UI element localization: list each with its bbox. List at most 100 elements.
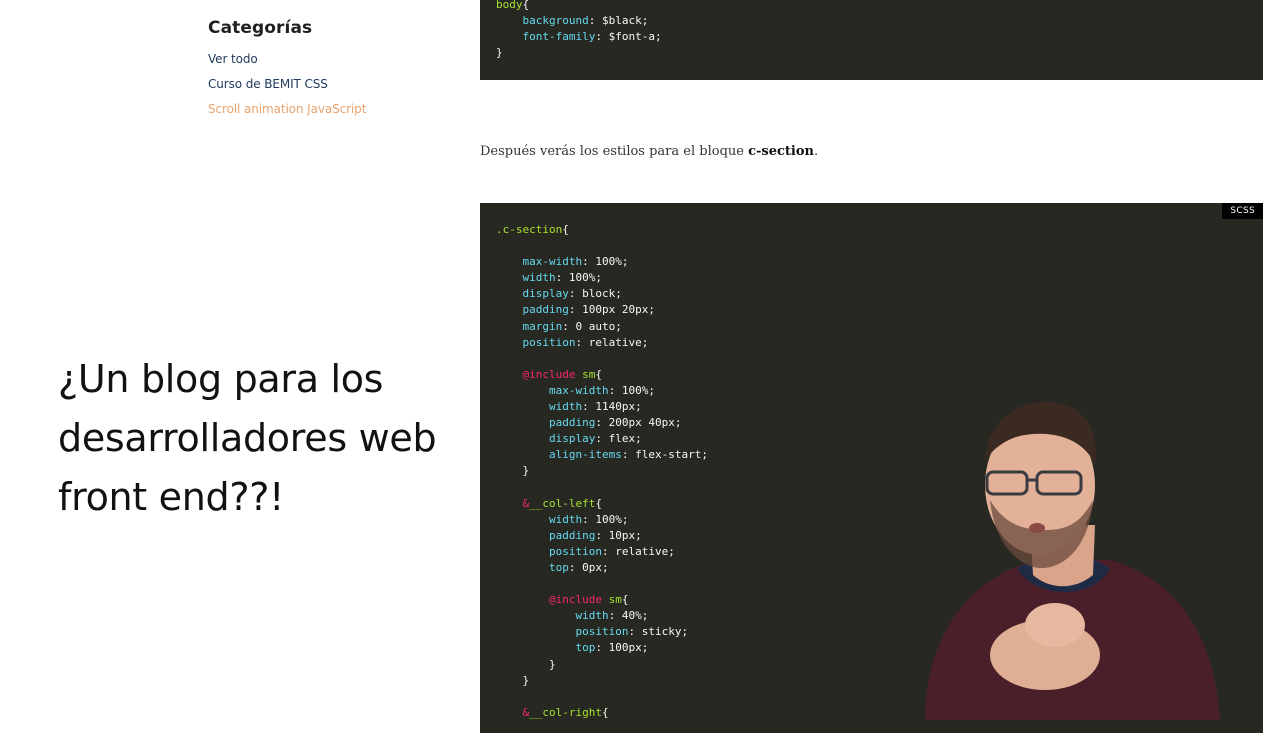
code-token-val: : 100px; — [595, 641, 649, 655]
code-token-val: { — [595, 367, 602, 381]
code-token-val: : 100%; — [608, 383, 655, 397]
code-token-val: : 40%; — [608, 609, 649, 623]
code-token-val — [496, 625, 575, 638]
code-token-val: : 100%; — [555, 271, 602, 285]
code-token-val: : $font-a; — [595, 30, 662, 44]
code-token-prop: margin — [522, 319, 563, 333]
code-token-prop: padding — [548, 528, 596, 542]
language-badge: SCSS — [1222, 203, 1263, 219]
code-token-val: { — [562, 223, 569, 236]
code-token-prop: display — [548, 432, 596, 446]
code-token-val: { — [595, 496, 602, 510]
paragraph-end: . — [813, 144, 819, 159]
code-token-val: : 100%; — [582, 255, 629, 269]
code-token-val: } — [496, 657, 556, 671]
code-token-val — [496, 336, 523, 349]
code-token-val — [496, 609, 575, 622]
code-token-val: : 200px 40px; — [595, 416, 682, 430]
code-token-val — [496, 303, 523, 316]
code-token-sel: sm — [582, 367, 596, 381]
code-token-val — [496, 545, 549, 558]
code-token-prop: top — [575, 641, 596, 655]
category-item: Ver todo — [208, 52, 448, 66]
paragraph-strong: c-section — [748, 144, 814, 159]
code-token-val — [496, 513, 549, 526]
code-token-prop: max-width — [522, 255, 583, 269]
code-token-val: } — [496, 673, 530, 687]
code-token-val — [496, 529, 549, 542]
code-token-val: : sticky; — [628, 625, 689, 639]
code-token-val: } — [496, 464, 530, 478]
category-link-scroll-animation[interactable]: Scroll animation JavaScript — [208, 102, 448, 116]
code-token-prop: font-family — [522, 30, 596, 44]
code-token-val — [496, 255, 523, 268]
code-token-val: { — [621, 593, 629, 607]
code-token-prop: width — [548, 400, 583, 414]
code-token-val: : flex-start; — [621, 448, 708, 462]
presenter-webcam — [905, 400, 1225, 720]
code-token-val: { — [522, 0, 530, 11]
code-token-prop: top — [548, 560, 569, 574]
code-token-sel: sm — [608, 593, 622, 607]
code-token-val: : $black; — [588, 14, 649, 28]
code-token-val — [602, 593, 609, 606]
category-item: Curso de BEMIT CSS — [208, 77, 448, 91]
code-token-val: : relative; — [601, 544, 675, 558]
code-token-val: : 100%; — [582, 512, 629, 526]
code-token-val — [496, 14, 523, 27]
code-token-at: @include — [548, 593, 602, 607]
code-token-val: : 100px 20px; — [568, 303, 655, 317]
article-paragraph: Después verás los estilos para el bloque… — [480, 144, 818, 159]
code-token-val — [496, 416, 549, 429]
code-token-val — [496, 384, 549, 397]
code-token-val — [496, 271, 523, 284]
category-link-ver-todo[interactable]: Ver todo — [208, 52, 448, 66]
code-block-body-styles: body{ background: $black; font-family: $… — [480, 0, 1263, 80]
code-token-prop: width — [522, 271, 556, 285]
code-token-prop: max-width — [548, 383, 609, 397]
code-token-val — [496, 593, 549, 606]
code-token-val — [496, 448, 549, 461]
code-token-sel: __col-right — [529, 705, 602, 719]
code-token-val: : 1140px; — [582, 400, 642, 414]
code-token-val — [496, 641, 575, 654]
code-token-val — [496, 287, 523, 300]
code-token-val — [496, 320, 523, 333]
paragraph-text: Después verás los estilos para el bloque — [480, 144, 749, 159]
presenter-illustration — [925, 401, 1220, 720]
code-token-val — [496, 561, 549, 574]
code-token-val — [496, 497, 523, 510]
code-content: body{ background: $black; font-family: $… — [496, 0, 662, 61]
code-token-prop: width — [548, 512, 583, 526]
code-token-prop: position — [522, 335, 576, 349]
code-token-val — [496, 706, 523, 719]
code-token-val — [496, 368, 523, 381]
code-token-val: : flex; — [595, 432, 642, 446]
code-content: .c-section{ max-width: 100%; width: 100%… — [496, 222, 708, 721]
code-token-val — [496, 400, 549, 413]
code-token-val: : 0 auto; — [562, 319, 622, 333]
code-token-val: { — [601, 705, 609, 719]
code-token-prop: align-items — [548, 448, 622, 462]
video-headline: ¿Un blog para los desarrolladores web fr… — [58, 357, 437, 519]
categories-sidebar: Categorías Ver todo Curso de BEMIT CSS S… — [208, 18, 448, 127]
code-token-prop: display — [522, 287, 569, 301]
category-item: Scroll animation JavaScript — [208, 102, 448, 116]
code-token-prop: background — [522, 14, 589, 28]
code-token-val: } — [496, 46, 503, 60]
code-token-at: @include — [522, 367, 576, 381]
code-token-val: : 0px; — [568, 560, 609, 574]
code-token-sel: .c-section — [496, 223, 563, 236]
categories-title: Categorías — [208, 18, 313, 38]
category-link-bemit-css[interactable]: Curso de BEMIT CSS — [208, 77, 448, 91]
categories-list: Ver todo Curso de BEMIT CSS Scroll anima… — [208, 52, 448, 116]
code-token-prop: padding — [522, 303, 569, 317]
code-token-val — [496, 432, 549, 445]
code-token-val — [496, 30, 523, 43]
code-token-val: : 10px; — [595, 528, 642, 542]
code-token-sel: __col-left — [529, 496, 596, 510]
code-token-prop: padding — [548, 416, 596, 430]
code-token-prop: position — [575, 625, 629, 639]
code-token-prop: position — [548, 544, 602, 558]
code-token-val: : block; — [568, 287, 622, 301]
